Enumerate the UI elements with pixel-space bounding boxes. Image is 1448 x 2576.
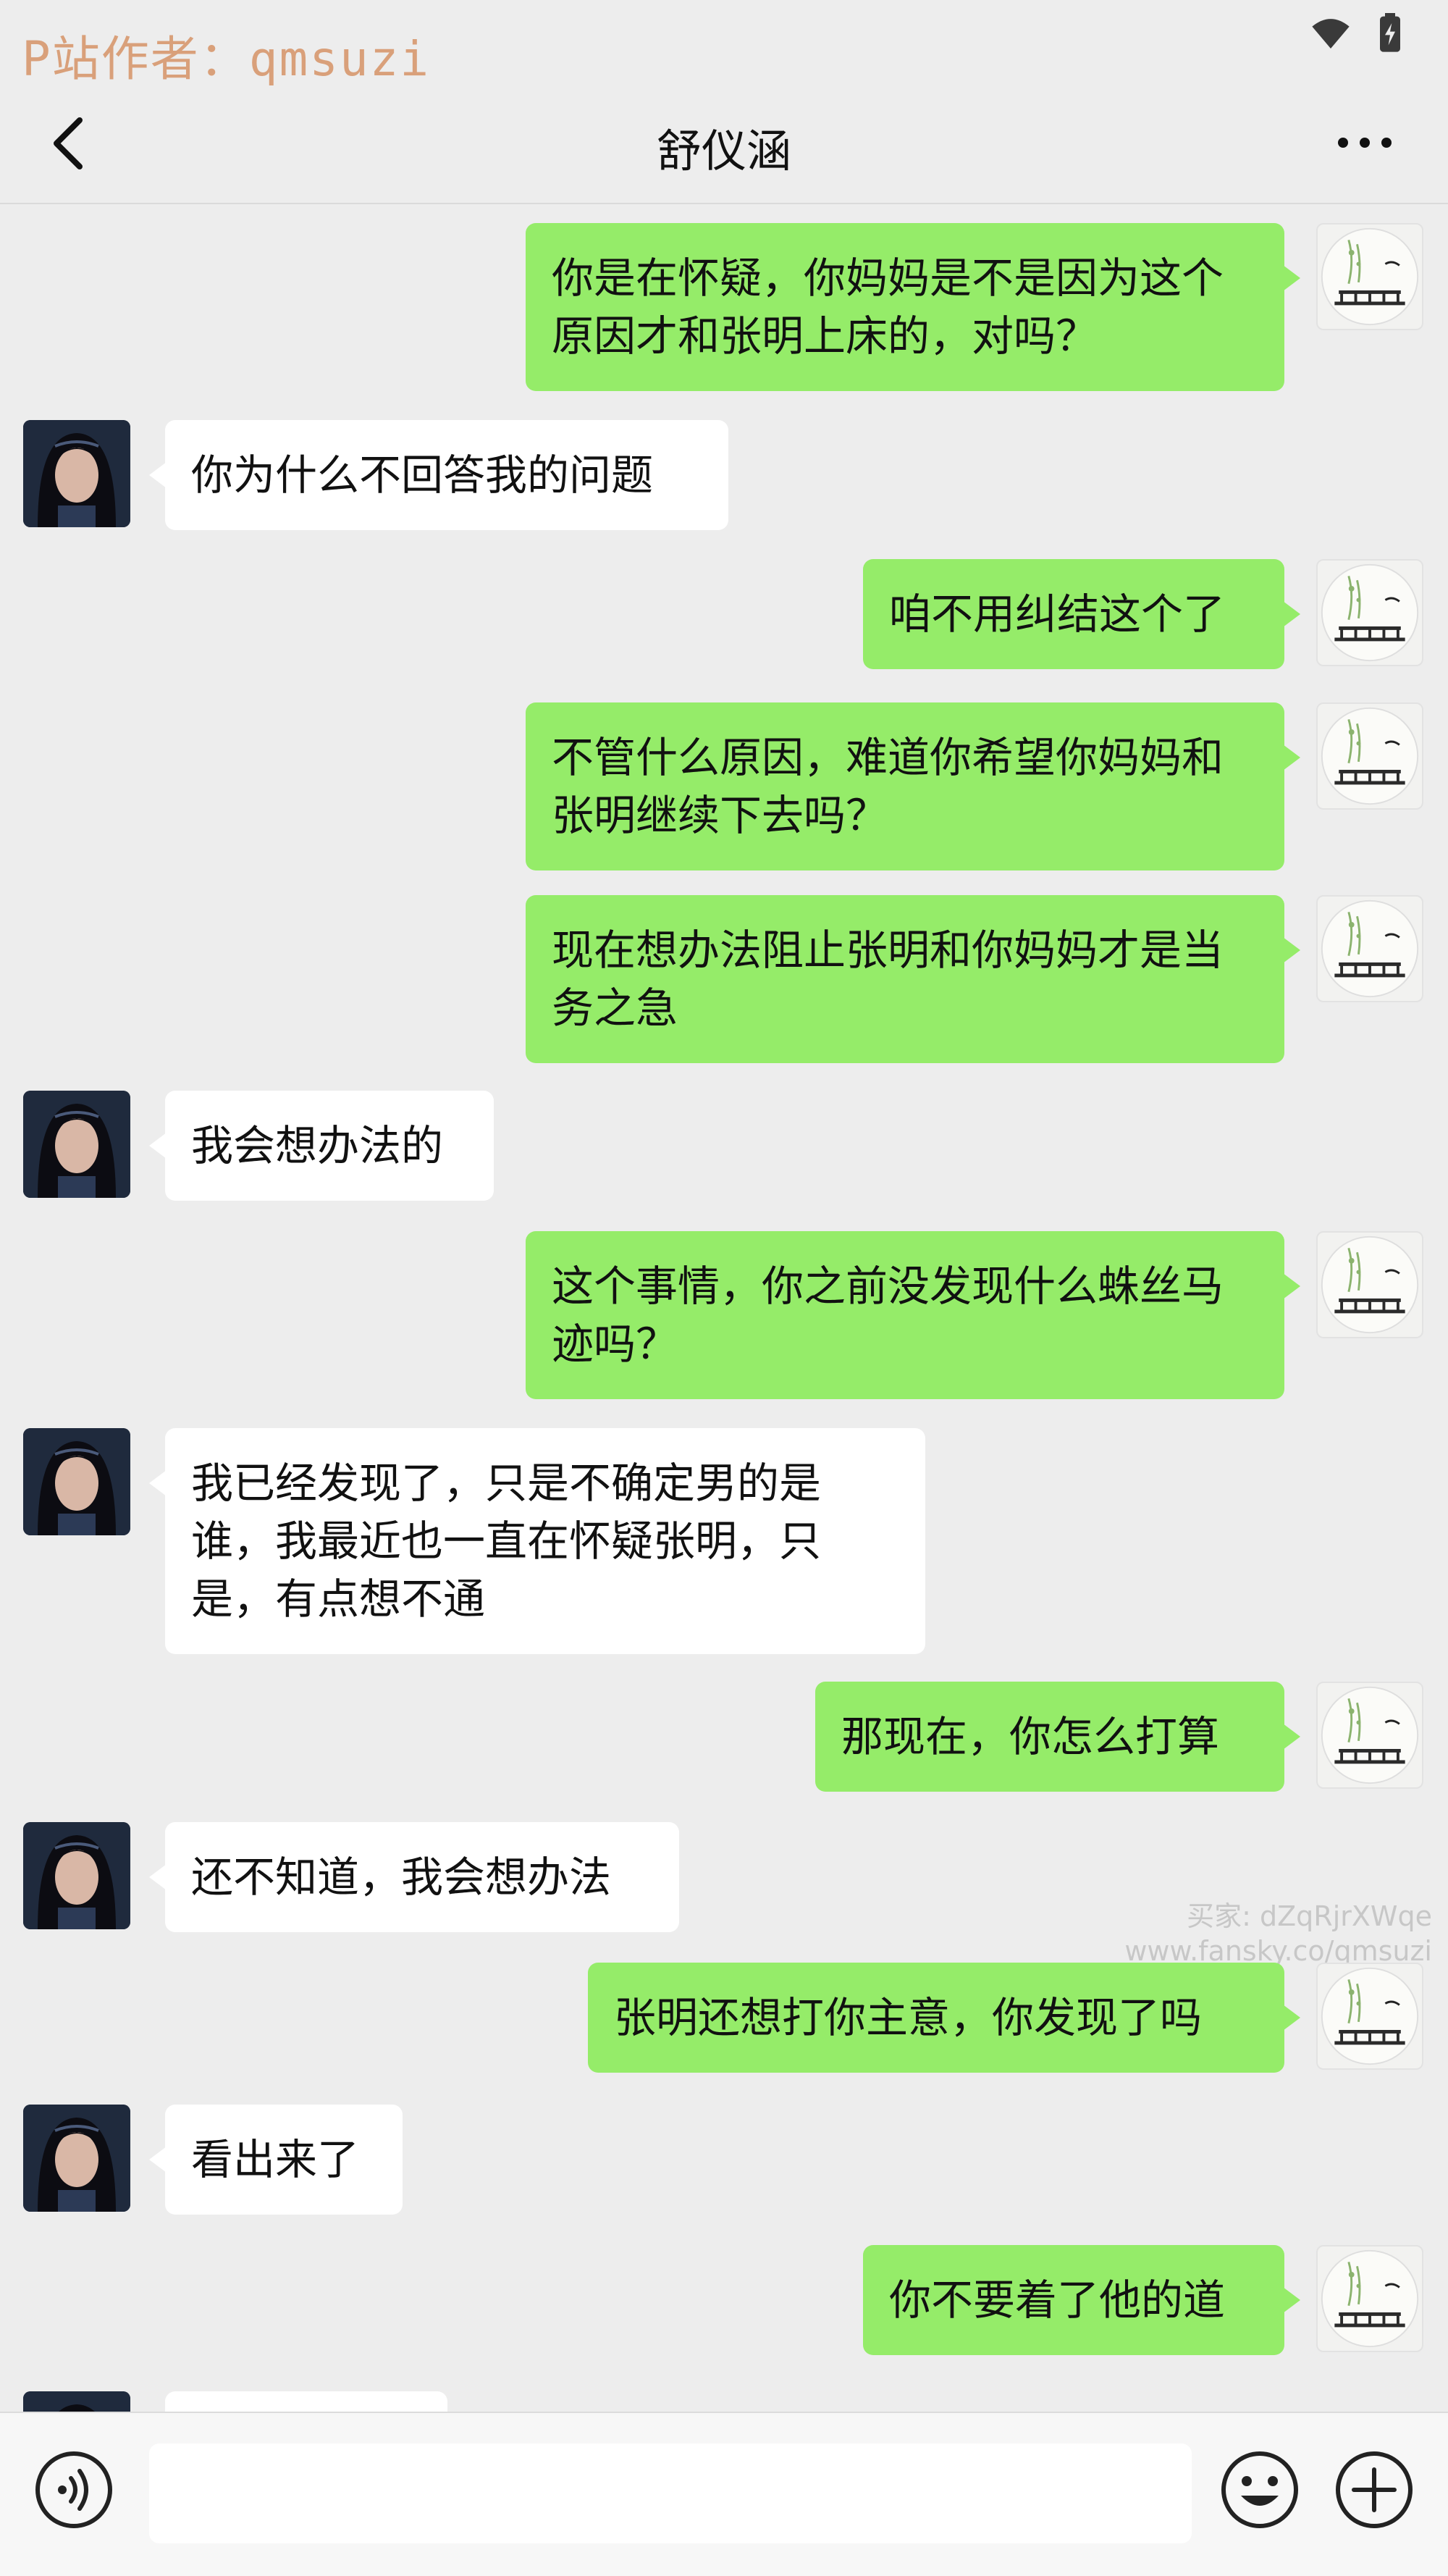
my-avatar[interactable]	[1316, 702, 1423, 810]
my-avatar[interactable]	[1316, 895, 1423, 1002]
contact-avatar[interactable]	[23, 420, 130, 527]
received-message-bubble[interactable]: 你为什么不回答我的问题	[149, 420, 728, 530]
received-message-bubble[interactable]: 看出来了	[149, 2105, 403, 2215]
sent-message-bubble[interactable]: 你不要着了他的道	[863, 2245, 1300, 2355]
voice-icon[interactable]	[33, 2449, 114, 2530]
sent-message-bubble[interactable]: 张明还想打你主意，你发现了吗	[588, 1963, 1300, 2073]
buyer-watermark: 买家: dZqRjrXWqe www.fansky.co/qmsuzi	[1124, 1899, 1432, 1968]
my-avatar[interactable]	[1316, 1231, 1423, 1338]
my-avatar[interactable]	[1316, 559, 1423, 666]
chat-header: 舒仪涵	[0, 87, 1448, 204]
sent-message-bubble[interactable]: 咱不用纠结这个了	[863, 559, 1300, 669]
plus-circle-icon[interactable]	[1334, 2449, 1415, 2530]
sent-message-bubble[interactable]: 那现在，你怎么打算	[815, 1682, 1300, 1792]
my-avatar[interactable]	[1316, 1963, 1423, 2070]
status-bar: P站作者：qmsuzi	[0, 0, 1448, 87]
contact-avatar[interactable]	[23, 2391, 130, 2413]
author-watermark: P站作者：qmsuzi	[22, 31, 431, 87]
message-list[interactable]: 买家: dZqRjrXWqe www.fansky.co/qmsuzi 你是在怀…	[0, 204, 1448, 2413]
contact-avatar[interactable]	[23, 2105, 130, 2212]
sent-message-bubble[interactable]: 不管什么原因，难道你希望你妈妈和张明继续下去吗？	[526, 702, 1300, 870]
received-message-bubble[interactable]: 我已经发现了，只是不确定男的是谁，我最近也一直在怀疑张明，只是，有点想不通	[149, 1428, 925, 1654]
contact-avatar[interactable]	[23, 1091, 130, 1198]
sent-message-bubble[interactable]: 这个事情，你之前没发现什么蛛丝马迹吗？	[526, 1231, 1300, 1399]
wifi-icon	[1312, 19, 1350, 49]
input-bar	[0, 2412, 1448, 2576]
received-message-bubble[interactable]	[165, 2391, 447, 2413]
contact-avatar[interactable]	[23, 1822, 130, 1929]
battery-charging-icon	[1380, 13, 1400, 52]
my-avatar[interactable]	[1316, 2245, 1423, 2352]
sent-message-bubble[interactable]: 你是在怀疑，你妈妈是不是因为这个原因才和张明上床的，对吗？	[526, 223, 1300, 391]
buyer-watermark-line1: 买家: dZqRjrXWqe	[1187, 1900, 1432, 1932]
chat-title: 舒仪涵	[656, 125, 791, 177]
more-dots-icon[interactable]	[1332, 117, 1397, 168]
received-message-bubble[interactable]: 我会想办法的	[149, 1091, 494, 1201]
contact-avatar[interactable]	[23, 1428, 130, 1535]
received-message-bubble[interactable]: 还不知道，我会想办法	[149, 1822, 679, 1932]
emoji-icon[interactable]	[1219, 2449, 1300, 2530]
sent-message-bubble[interactable]: 现在想办法阻止张明和你妈妈才是当务之急	[526, 895, 1300, 1063]
message-input[interactable]	[149, 2443, 1192, 2543]
my-avatar[interactable]	[1316, 223, 1423, 330]
status-icons	[1310, 13, 1410, 54]
my-avatar[interactable]	[1316, 1682, 1423, 1789]
